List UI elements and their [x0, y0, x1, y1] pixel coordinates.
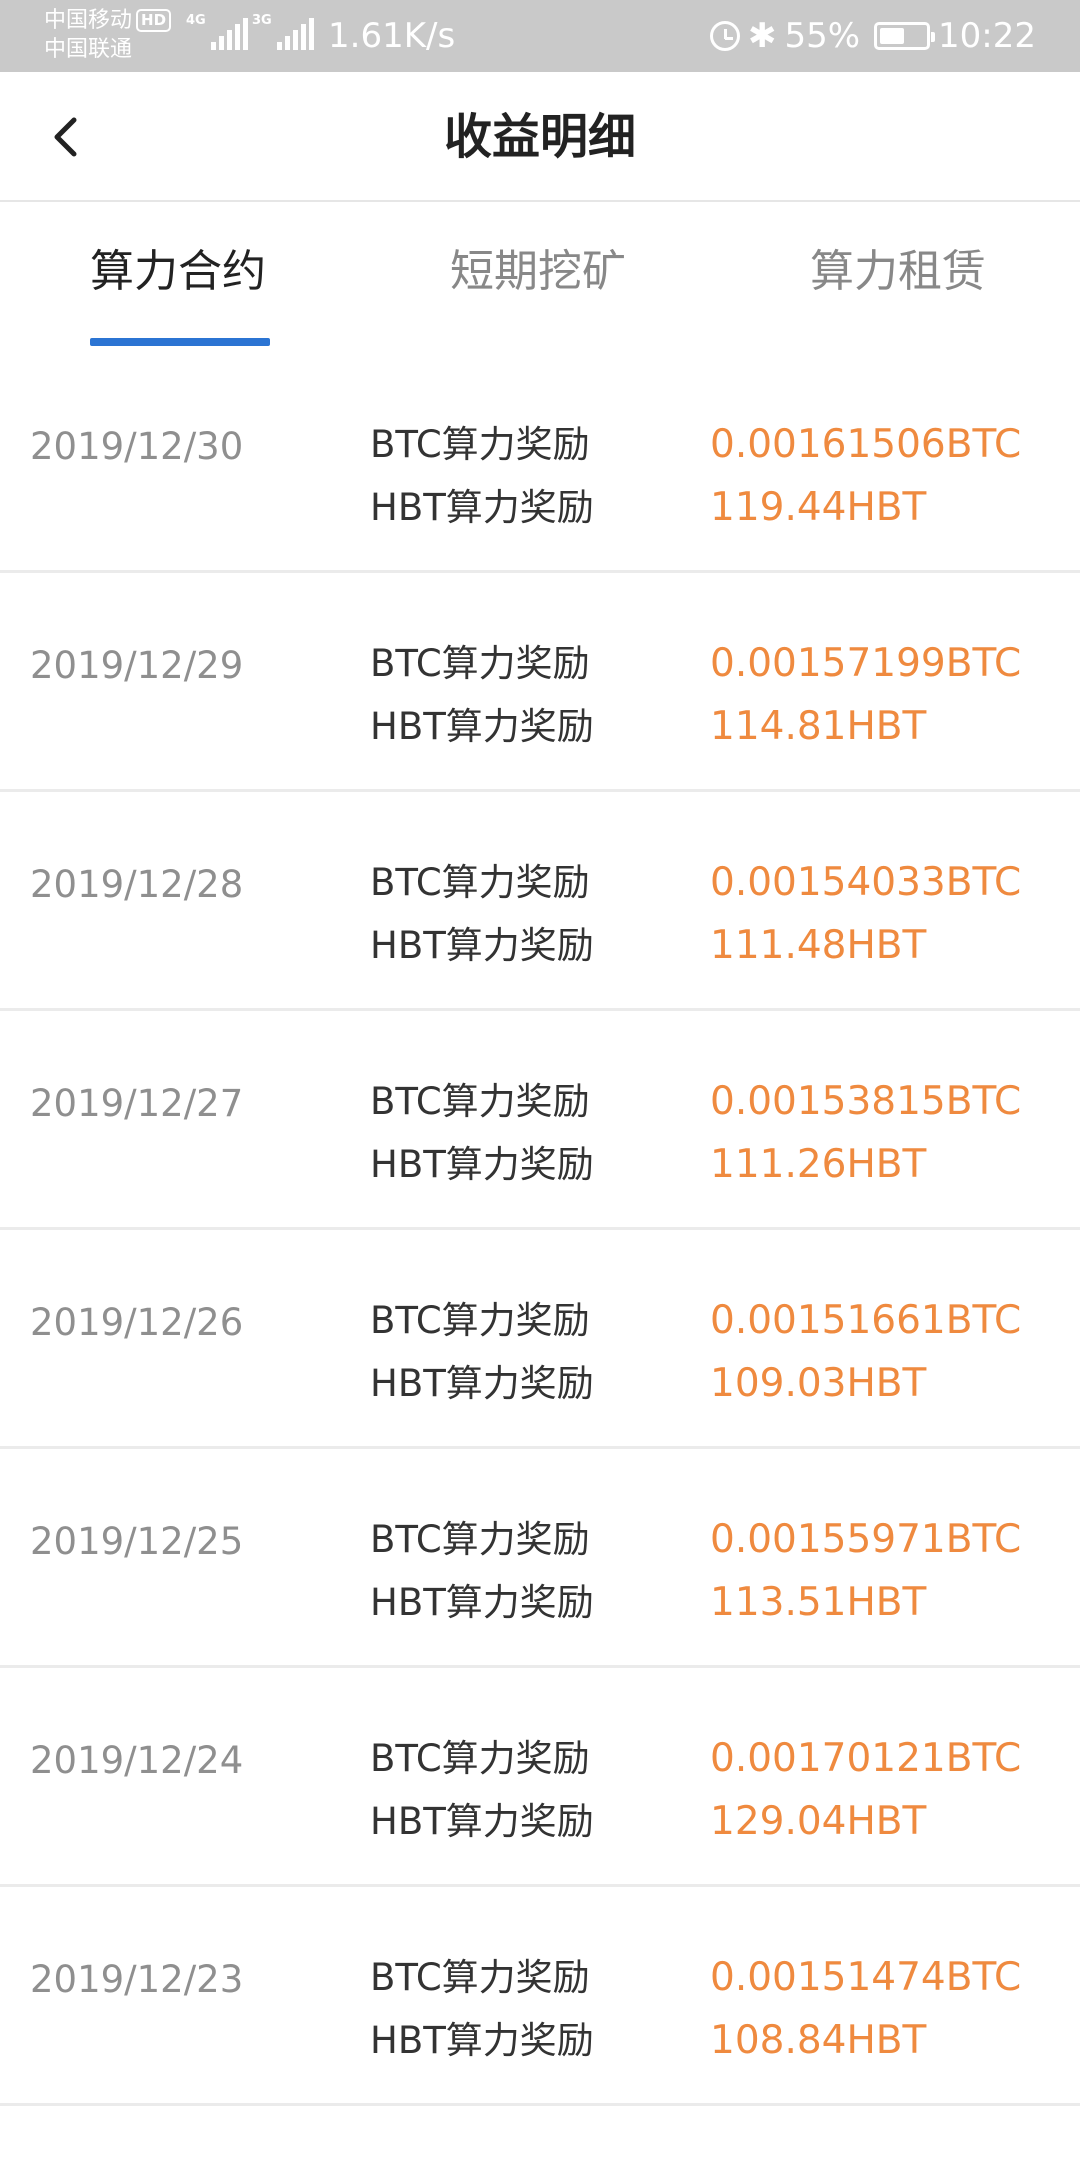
- hbt-reward-value: 111.48HBT: [710, 923, 927, 968]
- list-item: 2019/12/23 BTC算力奖励 0.00151474BTC HBT算力奖励…: [0, 1887, 1080, 2106]
- btc-reward-label: BTC算力奖励: [370, 1518, 590, 1561]
- app-header: 收益明细: [0, 72, 1080, 202]
- list-item: 2019/12/25 BTC算力奖励 0.00155971BTC HBT算力奖励…: [0, 1449, 1080, 1668]
- btc-reward-label: BTC算力奖励: [370, 1737, 590, 1780]
- btc-reward-value: 0.00151661BTC: [710, 1298, 1022, 1343]
- battery-icon: [874, 22, 936, 50]
- network-3g-label: 3G: [252, 13, 272, 28]
- btc-reward-value: 0.00151474BTC: [710, 1955, 1022, 2000]
- list-item: 2019/12/28 BTC算力奖励 0.00154033BTC HBT算力奖励…: [0, 792, 1080, 1011]
- status-bar: 中国移动 HD 中国联通 4G 3G 1.61K/s ✱ 55% 10:22: [0, 0, 1080, 72]
- btc-reward-label: BTC算力奖励: [370, 642, 590, 685]
- hbt-reward-label: HBT算力奖励: [370, 486, 594, 529]
- hbt-reward-label: HBT算力奖励: [370, 1362, 594, 1405]
- btc-reward-value: 0.00153815BTC: [710, 1079, 1022, 1124]
- alarm-icon: [709, 21, 740, 51]
- hbt-reward-label: HBT算力奖励: [370, 924, 594, 967]
- list-item: 2019/12/29 BTC算力奖励 0.00157199BTC HBT算力奖励…: [0, 573, 1080, 792]
- network-4g-label: 4G: [186, 13, 206, 28]
- reward-date: 2019/12/29: [30, 644, 244, 687]
- btc-reward-label: BTC算力奖励: [370, 1956, 590, 1999]
- btc-reward-label: BTC算力奖励: [370, 861, 590, 904]
- network-speed: 1.61K/s: [328, 16, 456, 56]
- list-item: 2019/12/27 BTC算力奖励 0.00153815BTC HBT算力奖励…: [0, 1011, 1080, 1230]
- reward-date: 2019/12/27: [30, 1082, 244, 1125]
- btc-reward-value: 0.00157199BTC: [710, 641, 1022, 686]
- btc-reward-label: BTC算力奖励: [370, 1299, 590, 1342]
- btc-reward-value: 0.00170121BTC: [710, 1736, 1022, 1781]
- hbt-reward-label: HBT算力奖励: [370, 1800, 594, 1843]
- reward-date: 2019/12/23: [30, 1958, 244, 2001]
- hbt-reward-value: 113.51HBT: [710, 1580, 927, 1625]
- hbt-reward-label: HBT算力奖励: [370, 705, 594, 748]
- btc-reward-value: 0.00155971BTC: [710, 1517, 1022, 1562]
- tab-bar: 算力合约 短期挖矿 算力租赁: [0, 204, 1080, 354]
- btc-reward-value: 0.00154033BTC: [710, 860, 1022, 905]
- carrier-1: 中国移动: [44, 8, 133, 33]
- reward-date: 2019/12/28: [30, 863, 244, 906]
- reward-date: 2019/12/30: [30, 425, 244, 468]
- btc-reward-value: 0.00161506BTC: [710, 422, 1022, 467]
- reward-list: 2019/12/30 BTC算力奖励 0.00161506BTC HBT算力奖励…: [0, 354, 1080, 2106]
- hbt-reward-value: 108.84HBT: [710, 2018, 927, 2063]
- carrier-info: 中国移动 HD 中国联通: [44, 6, 172, 64]
- hbt-reward-label: HBT算力奖励: [370, 1143, 594, 1186]
- signal-4g-icon: 4G: [186, 14, 248, 50]
- list-item: 2019/12/26 BTC算力奖励 0.00151661BTC HBT算力奖励…: [0, 1230, 1080, 1449]
- clock: 10:22: [938, 16, 1036, 56]
- page-title: 收益明细: [443, 109, 636, 165]
- hbt-reward-label: HBT算力奖励: [370, 1581, 594, 1624]
- btc-reward-label: BTC算力奖励: [370, 1080, 590, 1123]
- hd-badge: HD: [136, 9, 172, 32]
- tab-hashrate-contract[interactable]: 算力合约: [90, 242, 266, 302]
- tab-hashrate-rental[interactable]: 算力租赁: [810, 242, 986, 302]
- reward-date: 2019/12/24: [30, 1739, 244, 1782]
- list-item: 2019/12/24 BTC算力奖励 0.00170121BTC HBT算力奖励…: [0, 1668, 1080, 1887]
- hbt-reward-value: 114.81HBT: [710, 704, 927, 749]
- hbt-reward-value: 111.26HBT: [710, 1142, 927, 1187]
- tab-short-term-mining[interactable]: 短期挖矿: [450, 242, 626, 302]
- hbt-reward-value: 109.03HBT: [710, 1361, 927, 1406]
- battery-percent: 55%: [784, 16, 861, 56]
- active-tab-indicator: [90, 338, 270, 346]
- btc-reward-label: BTC算力奖励: [370, 423, 590, 466]
- carrier-2: 中国联通: [44, 37, 133, 62]
- reward-date: 2019/12/26: [30, 1301, 244, 1344]
- list-item: 2019/12/30 BTC算力奖励 0.00161506BTC HBT算力奖励…: [0, 354, 1080, 573]
- hbt-reward-value: 119.44HBT: [710, 485, 927, 530]
- bluetooth-icon: ✱: [747, 16, 777, 56]
- reward-date: 2019/12/25: [30, 1520, 244, 1563]
- hbt-reward-label: HBT算力奖励: [370, 2019, 594, 2062]
- signal-3g-icon: 3G: [252, 14, 314, 50]
- hbt-reward-value: 129.04HBT: [710, 1799, 927, 1844]
